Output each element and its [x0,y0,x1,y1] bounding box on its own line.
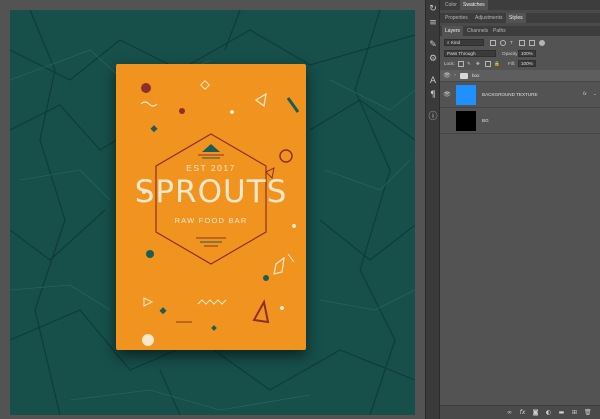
info-icon[interactable]: ⓘ [428,112,438,122]
tab-paths[interactable]: Paths [490,26,509,36]
right-panels: Color Swatches Properties Adjustments St… [439,0,600,419]
lock-transparent-icon[interactable] [458,61,464,67]
folder-icon [460,73,468,79]
color-swatches-tabbar: Color Swatches [440,0,600,10]
tab-swatches[interactable]: Swatches [460,0,488,10]
lock-fill-row: Lock: ✎ ✥ 🔒 Fill: 100% [440,59,600,70]
lock-position-icon[interactable]: ✥ [476,60,480,67]
filter-kind-select[interactable]: ⌕ Kind [444,39,484,46]
blend-mode-value: Pass Through [447,51,476,56]
layer-name-background-texture[interactable]: BACKGROUND TEXTURE [482,92,538,97]
layers-footer: ∞ fx ◙ ◐ ▬ ⊞ 🗑 [440,405,600,419]
add-layer-style-icon[interactable]: fx [519,409,526,416]
layer-name-box[interactable]: box [472,73,479,78]
adjustment-layer-icon[interactable]: ◐ [545,409,552,416]
photoshop-window: EST 2017 SPROUTS RAW FOOD BAR ↻ ≡ ✎ ⚙ A … [0,0,600,419]
filter-pixel-icon[interactable] [490,40,496,46]
layer-filter-row: ⌕ Kind T [440,38,600,49]
tagline-raw-food-bar: RAW FOOD BAR [174,216,248,225]
fill-label: Fill: [508,61,516,66]
brand-name-sprouts: SPROUTS [134,174,288,210]
tab-styles[interactable]: Styles [506,13,526,23]
opacity-input[interactable]: 100% [518,50,536,57]
delete-layer-icon[interactable]: 🗑 [584,409,592,416]
lock-all-icon[interactable]: 🔒 [494,60,500,67]
lock-image-icon[interactable]: ✎ [467,60,471,67]
properties-icon[interactable]: ≡ [428,18,438,28]
layer-thumbnail-bg [456,111,476,131]
new-group-icon[interactable]: ▬ [558,409,565,416]
visibility-eye-icon[interactable]: 👁 [443,91,451,99]
fill-input[interactable]: 100% [518,60,536,67]
tab-adjustments[interactable]: Adjustments [472,13,506,23]
collapsed-panel-strip: ↻ ≡ ✎ ⚙ A ¶ ⓘ [425,0,439,419]
brush-icon[interactable]: ✎ [428,40,438,50]
layer-row-bg[interactable]: BG [440,108,600,134]
tab-channels[interactable]: Channels [464,26,491,36]
visibility-eye-icon[interactable]: 👁 [443,72,451,80]
canvas-area[interactable]: EST 2017 SPROUTS RAW FOOD BAR [0,0,425,419]
opacity-value: 100% [521,51,533,56]
filter-toggle-icon[interactable] [539,40,545,46]
fx-chevron-icon[interactable]: ⌄ [593,91,597,97]
filter-smart-object-icon[interactable] [529,40,535,46]
filter-shape-icon[interactable] [519,40,525,46]
expand-chevron-icon[interactable]: › [454,72,456,79]
est-2017-text: EST 2017 [186,163,236,173]
layer-row-background-texture[interactable]: 👁 BACKGROUND TEXTURE fx ⌄ [440,82,600,108]
sprouts-package-box[interactable]: EST 2017 SPROUTS RAW FOOD BAR [116,64,306,350]
new-layer-icon[interactable]: ⊞ [571,409,578,416]
layers-tabbar: Layers Channels Paths [440,26,600,36]
fill-value: 100% [521,61,533,66]
filter-adjustment-icon[interactable] [500,40,506,46]
add-mask-icon[interactable]: ◙ [532,409,539,416]
lock-label: Lock: [444,61,455,66]
layer-thumbnail-smart-object [456,85,476,105]
blend-mode-select[interactable]: Pass Through [444,50,496,57]
layers-controls: ⌕ Kind T Pass Through Opacity: 100% Lock… [440,36,600,70]
link-layers-icon[interactable]: ∞ [506,409,513,416]
paragraph-icon[interactable]: ¶ [428,90,438,100]
layers-list: 👁 › box 👁 BACKGROUND TEXTURE fx ⌄ BG [440,70,600,405]
document-canvas[interactable]: EST 2017 SPROUTS RAW FOOD BAR [10,10,415,415]
clone-source-icon[interactable]: ⚙ [428,54,438,64]
layer-row-box[interactable]: 👁 › box [440,70,600,82]
layer-name-bg[interactable]: BG [482,118,489,123]
properties-tabbar: Properties Adjustments Styles [440,13,600,23]
opacity-label: Opacity: [502,51,519,56]
layer-effects-fx-icon[interactable]: fx [583,91,587,96]
tab-layers[interactable]: Layers [442,26,464,36]
character-icon[interactable]: A [428,76,438,86]
filter-kind-value: Kind [450,40,461,45]
lock-artboard-icon[interactable] [485,61,491,67]
filter-type-icon[interactable]: T [510,39,513,46]
tab-properties[interactable]: Properties [442,13,471,23]
history-icon[interactable]: ↻ [428,4,438,14]
tab-color[interactable]: Color [442,0,460,10]
